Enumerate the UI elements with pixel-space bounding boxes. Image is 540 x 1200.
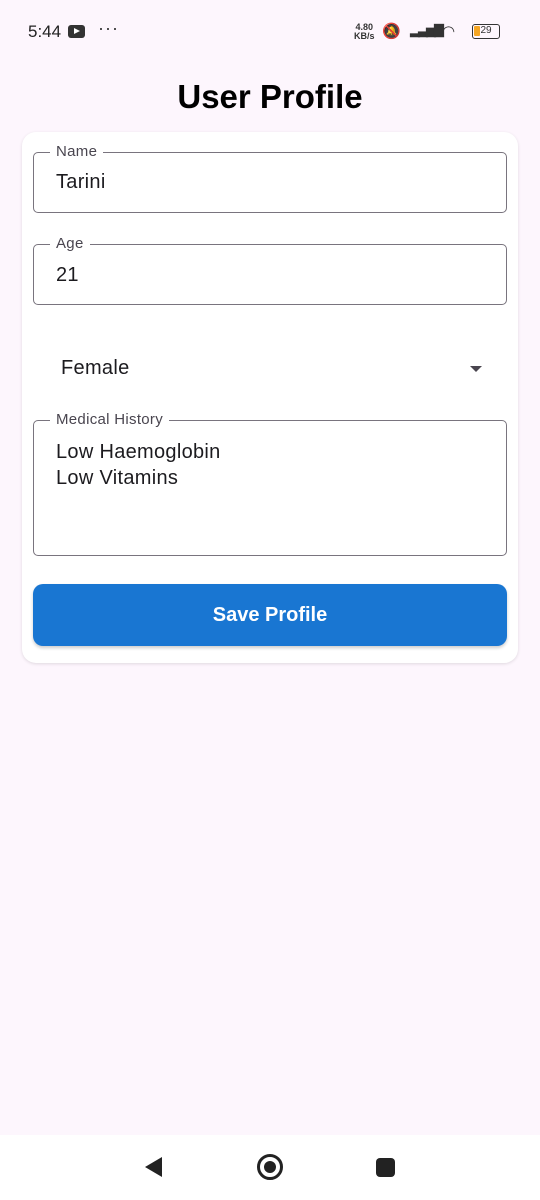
network-speed: 4.80 KB/s [354,22,375,41]
save-profile-button[interactable]: Save Profile [33,584,507,646]
dropdown-arrow-icon [470,366,482,372]
profile-form-card: Name Tarini Age 21 Female Medical Histor… [22,132,518,663]
name-field[interactable]: Name Tarini [33,143,507,213]
recent-apps-icon[interactable] [376,1158,395,1177]
name-value: Tarini [56,171,106,193]
navigation-bar [0,1135,540,1200]
medical-history-line: Low Haemoglobin [56,441,221,463]
mute-icon: 🔕 [382,23,401,40]
back-icon[interactable] [145,1157,162,1177]
medical-history-field[interactable]: Medical History Low Haemoglobin Low Vita… [33,411,507,556]
age-field[interactable]: Age 21 [33,235,507,305]
gender-value: Female [61,357,130,379]
home-icon[interactable] [257,1154,283,1180]
medical-history-label: Medical History [50,411,170,428]
status-bar: 5:44 ··· 4.80 KB/s 🔕 ▂▃▅▇ ◠ 29 [0,0,540,62]
youtube-icon [68,25,85,38]
name-label: Name [50,143,104,160]
clock: 5:44 [28,22,62,41]
battery-icon: 29 [472,24,500,39]
age-label: Age [50,235,90,252]
gender-dropdown[interactable]: Female [33,342,507,398]
page-title: User Profile [177,78,363,115]
age-value: 21 [56,264,79,286]
signal-icon: ▂▃▅▇ [410,22,444,37]
medical-history-line: Low Vitamins [56,467,179,489]
more-notifications-icon: ··· [98,18,119,38]
wifi-icon: ◠ [442,23,456,40]
